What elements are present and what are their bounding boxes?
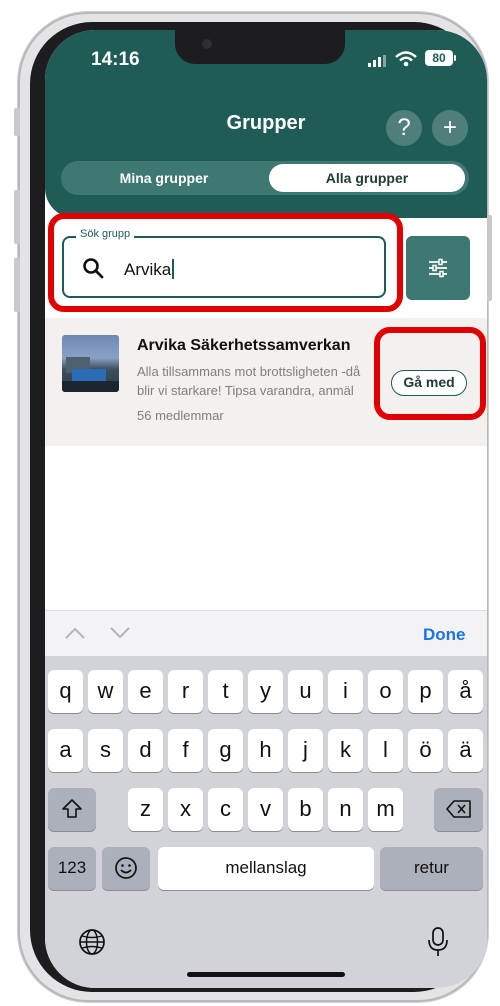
key-l[interactable]: l: [368, 729, 403, 772]
key-j[interactable]: j: [288, 729, 323, 772]
join-highlight: [374, 327, 486, 420]
key-e[interactable]: e: [128, 670, 163, 713]
signal-icon: [368, 55, 386, 67]
keyboard-toolbar: Done: [45, 610, 487, 657]
group-description-line-1: Alla tillsammans mot brottsligheten -då: [137, 364, 361, 379]
add-group-button[interactable]: +: [432, 110, 468, 146]
backspace-key[interactable]: [434, 788, 483, 831]
home-indicator: [187, 972, 345, 977]
key-v[interactable]: v: [248, 788, 283, 831]
microphone-icon[interactable]: [427, 926, 449, 958]
battery-indicator: 80: [425, 50, 453, 66]
shift-icon: [62, 799, 82, 818]
text-caret: [172, 259, 175, 279]
key-c[interactable]: c: [208, 788, 243, 831]
search-icon: [83, 258, 104, 279]
wifi-icon: [395, 51, 417, 67]
space-key[interactable]: mellanslag: [158, 847, 374, 890]
key-g[interactable]: g: [208, 729, 243, 772]
emoji-icon: [115, 857, 137, 879]
status-time: 14:16: [91, 49, 140, 70]
group-tabs: Mina grupper Alla grupper: [61, 161, 469, 195]
done-button[interactable]: Done: [423, 625, 466, 645]
globe-icon[interactable]: [77, 927, 107, 957]
key-o[interactable]: o: [368, 670, 403, 713]
key-s[interactable]: s: [88, 729, 123, 772]
tab-my-groups[interactable]: Mina grupper: [61, 161, 267, 195]
side-button-volume-down: [14, 258, 20, 312]
chevron-down-icon[interactable]: [108, 625, 132, 641]
backspace-icon: [445, 800, 471, 818]
key-a[interactable]: a: [48, 729, 83, 772]
search-input[interactable]: [62, 236, 386, 298]
key-b[interactable]: b: [288, 788, 323, 831]
thumbnail-sign: [72, 369, 106, 381]
camera-dot: [202, 39, 212, 49]
key-q[interactable]: q: [48, 670, 83, 713]
key-h[interactable]: h: [248, 729, 283, 772]
filter-button[interactable]: [406, 236, 470, 300]
key-aring[interactable]: å: [448, 670, 483, 713]
group-name: Arvika Säkerhetssamverkan: [137, 337, 351, 354]
search-label: Sök grupp: [76, 228, 135, 240]
return-key[interactable]: retur: [380, 847, 483, 890]
chevron-up-icon[interactable]: [63, 625, 87, 641]
key-k[interactable]: k: [328, 729, 363, 772]
key-m[interactable]: m: [368, 788, 403, 831]
key-t[interactable]: t: [208, 670, 243, 713]
search-value: Arvika: [124, 259, 175, 280]
emoji-key[interactable]: [102, 847, 150, 890]
key-d[interactable]: d: [128, 729, 163, 772]
side-button-volume-up: [14, 190, 20, 244]
phone-screen: 14:16 80 Grupper ? + Mina grupper Alla g…: [45, 30, 487, 988]
help-button[interactable]: ?: [386, 110, 422, 146]
member-count: 56 medlemmar: [137, 408, 224, 423]
key-y[interactable]: y: [248, 670, 283, 713]
search-value-text: Arvika: [124, 260, 172, 279]
numbers-key[interactable]: 123: [48, 847, 96, 890]
key-z[interactable]: z: [128, 788, 163, 831]
key-r[interactable]: r: [168, 670, 203, 713]
notch: [175, 30, 345, 64]
key-i[interactable]: i: [328, 670, 363, 713]
key-p[interactable]: p: [408, 670, 443, 713]
key-a-umlaut[interactable]: ä: [448, 729, 483, 772]
shift-key[interactable]: [48, 788, 96, 831]
key-x[interactable]: x: [168, 788, 203, 831]
key-w[interactable]: w: [88, 670, 123, 713]
key-o-umlaut[interactable]: ö: [408, 729, 443, 772]
group-thumbnail: [62, 335, 119, 392]
key-u[interactable]: u: [288, 670, 323, 713]
keyboard: q w e r t y u i o p å a s d f g h j k l …: [45, 656, 487, 988]
sliders-icon: [429, 258, 447, 278]
battery-cap: [454, 55, 456, 61]
thumbnail-ground: [62, 381, 119, 392]
group-description: Alla tillsammans mot brottsligheten -då …: [137, 362, 377, 400]
group-description-line-2: blir vi starkare! Tipsa varandra, anmäl: [137, 383, 354, 398]
tab-all-groups[interactable]: Alla grupper: [269, 164, 465, 192]
key-n[interactable]: n: [328, 788, 363, 831]
key-f[interactable]: f: [168, 729, 203, 772]
side-button-mute: [14, 108, 20, 136]
